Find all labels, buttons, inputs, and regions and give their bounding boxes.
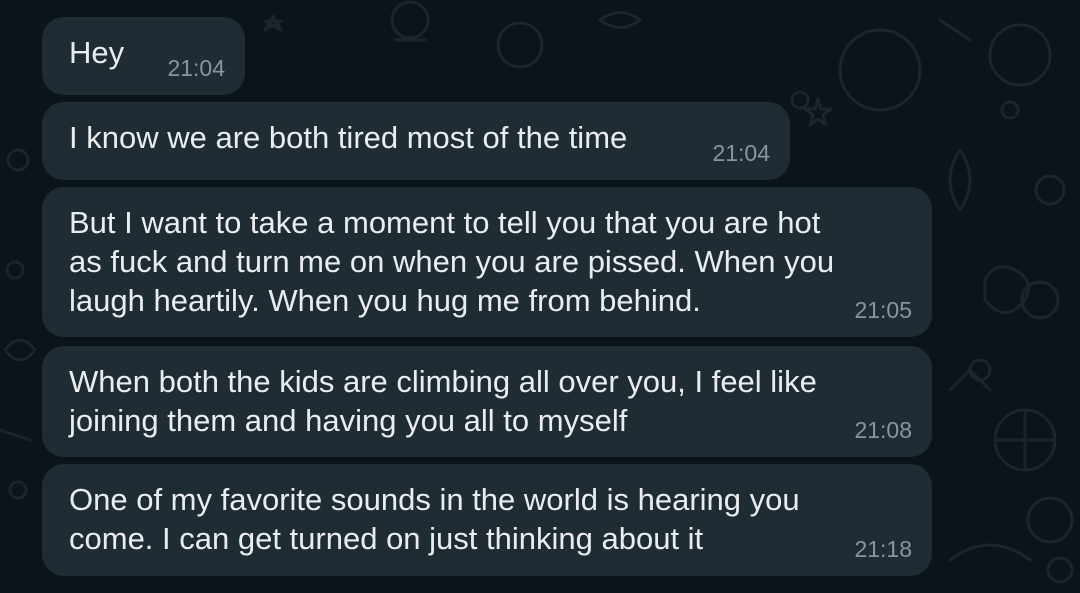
message-bubble[interactable]: One of my favorite sounds in the world i… [42,464,932,576]
message-text: But I want to take a moment to tell you … [69,205,835,318]
chat-message-list[interactable]: Hey 21:04 I know we are both tired most … [0,0,1080,593]
message-bubble[interactable]: But I want to take a moment to tell you … [42,187,932,337]
message-timestamp: 21:18 [854,536,912,562]
message-bubble[interactable]: When both the kids are climbing all over… [42,346,932,457]
message-bubble[interactable]: I know we are both tired most of the tim… [42,102,790,180]
message-bubble[interactable]: Hey 21:04 [42,17,245,95]
message-timestamp: 21:05 [854,297,912,323]
message-text: One of my favorite sounds in the world i… [69,482,800,556]
message-text: I know we are both tired most of the tim… [69,120,628,155]
message-timestamp: 21:04 [167,55,225,81]
message-timestamp: 21:08 [854,417,912,443]
message-text: Hey [69,35,125,70]
message-timestamp: 21:04 [712,140,770,166]
message-text: When both the kids are climbing all over… [69,364,817,438]
